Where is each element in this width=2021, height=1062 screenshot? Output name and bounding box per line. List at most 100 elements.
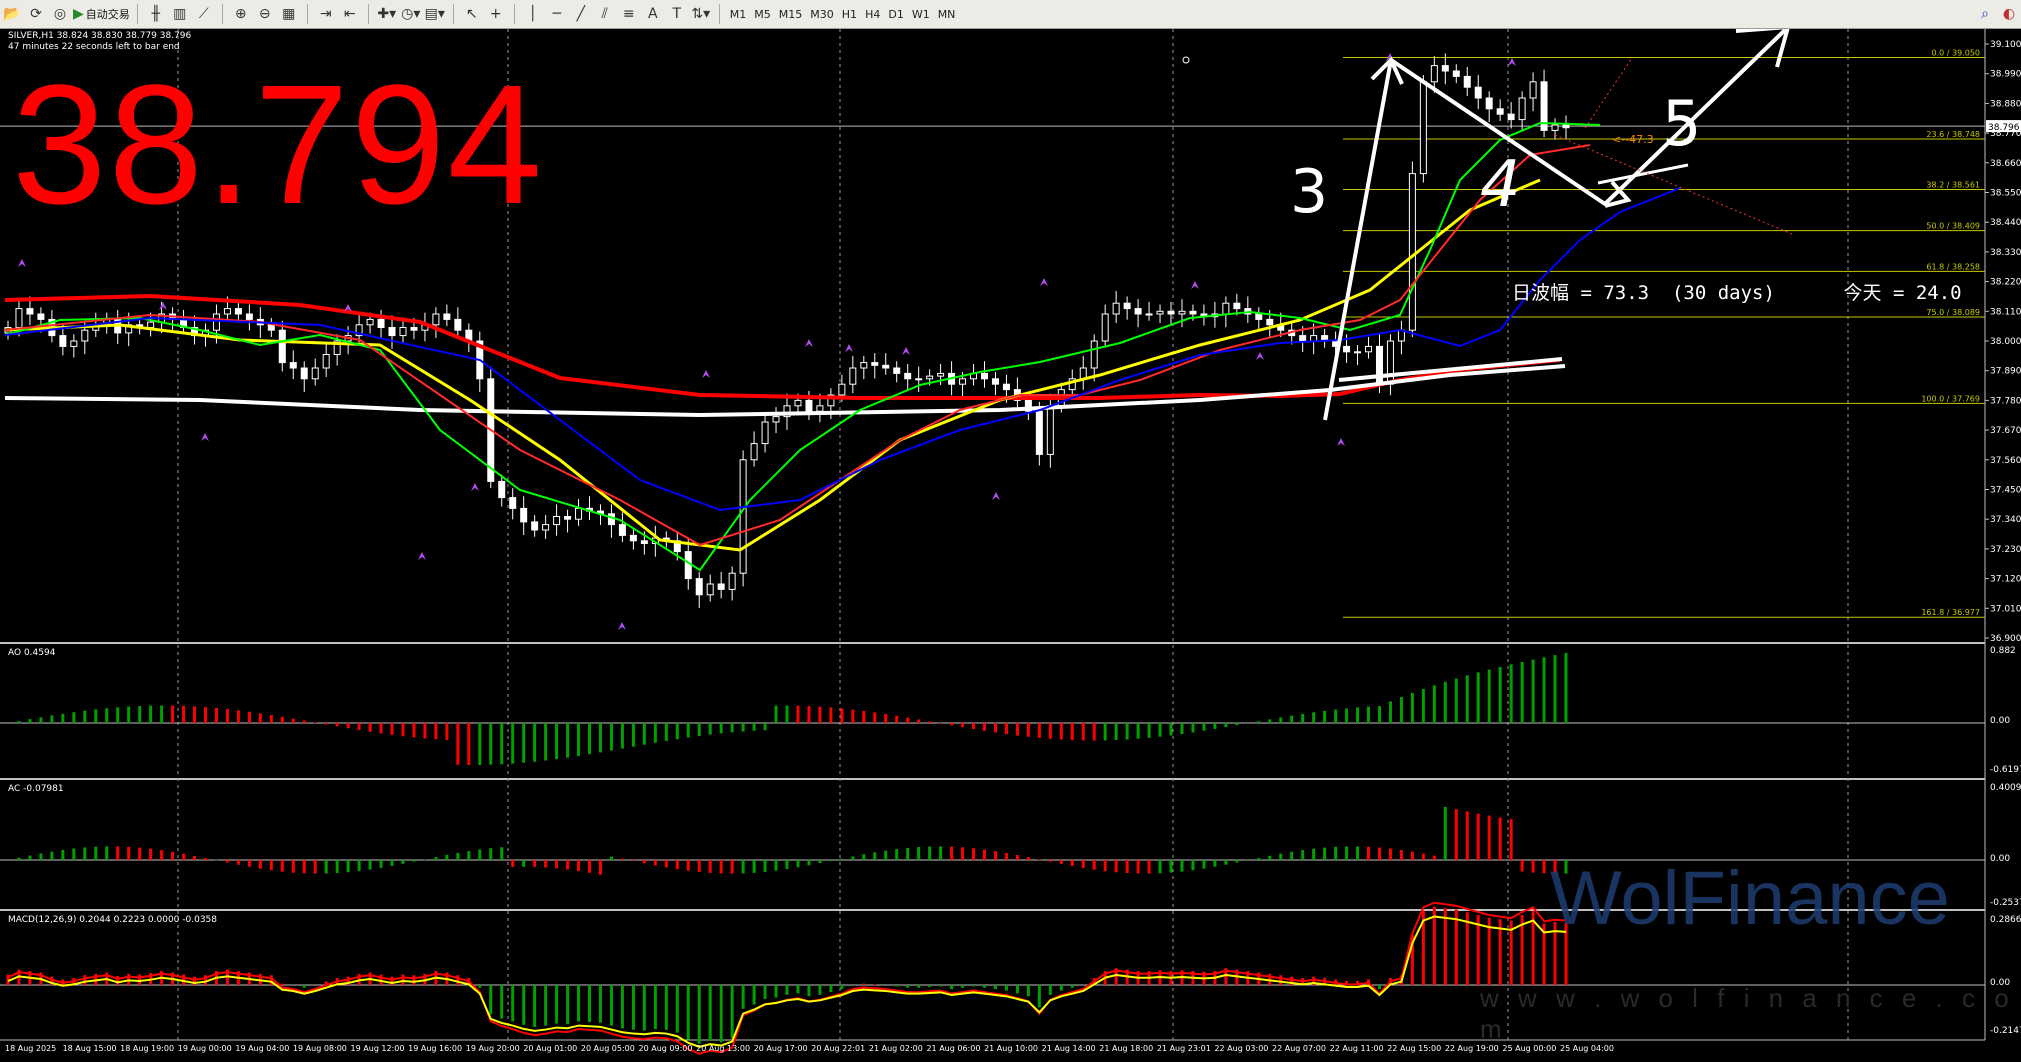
line-chart-icon[interactable]: ⟋ [193,3,215,25]
crosshair-icon[interactable]: + [485,3,507,25]
time-tick-label: 19 Aug 00:00 [178,1044,232,1053]
candle-body [553,516,561,526]
periods-icon[interactable]: ◷▾ [400,3,422,25]
timeframe-mn[interactable]: MN [934,4,960,24]
time-tick-label: 25 Aug 04:00 [1560,1044,1614,1053]
macd-label: MACD(12,26,9) 0.2044 0.2223 0.0000 -0.03… [8,915,217,925]
time-tick-label: 20 Aug 13:00 [696,1044,750,1053]
fib-label: 100.0 / 37.769 [1921,394,1980,403]
zoom-in-icon[interactable]: ⊕ [230,3,252,25]
templates-icon[interactable]: ▤▾ [424,3,446,25]
candle-body [454,318,462,331]
fib-label: 23.6 / 38.748 [1926,130,1980,139]
candle-body [70,340,78,347]
vertical-line-icon[interactable]: │ [522,3,544,25]
range-info: 日波幅 = 73.3 (30 days) 今天 = 24.0 [1512,282,1962,304]
candle-body [1463,75,1471,88]
timeframe-m1[interactable]: M1 [726,4,751,24]
candle-body [926,375,934,380]
price-tick-label: 39.100 [1990,40,2021,50]
candle-body [1375,345,1383,385]
alert-icon[interactable]: ◐ [1998,3,2020,25]
text-tool-icon[interactable]: A [642,3,664,25]
time-tick-label: 22 Aug 03:00 [1214,1044,1268,1053]
candle-body [607,513,615,526]
candle-body [695,578,703,596]
time-tick-label: 19 Aug 12:00 [351,1044,405,1053]
autoscroll-icon[interactable]: ⇤ [339,3,361,25]
price-tick-label: 37.780 [1990,396,2021,406]
timeframe-h4[interactable]: H4 [861,4,884,24]
candle-body [1145,313,1153,316]
ac-label: AC -0.07981 [8,784,64,794]
candle-body [1134,308,1142,315]
timeframe-h1[interactable]: H1 [838,4,861,24]
label-tool-icon[interactable]: T [666,3,688,25]
fib-label: 75.0 / 38.089 [1926,308,1980,317]
bar-chart-icon[interactable]: ╫ [145,3,167,25]
zoom-out-icon[interactable]: ⊖ [254,3,276,25]
candle-body [1123,302,1131,310]
trendline-icon[interactable]: ╱ [570,3,592,25]
time-tick-label: 18 Aug 2025 [5,1044,56,1053]
candle-body [443,313,451,320]
candle-body [81,329,89,342]
timeframe-m5[interactable]: M5 [750,4,775,24]
timeframe-w1[interactable]: W1 [908,4,934,24]
wave-label-5: 5 [1662,87,1701,160]
watermark-logo: WolFinance [1550,856,1950,941]
price-tick-label: 37.340 [1990,515,2021,525]
time-tick-label: 20 Aug 09:00 [639,1044,693,1053]
globe-icon[interactable]: ◎ [49,3,71,25]
chart-shift-icon[interactable]: ⇥ [315,3,337,25]
time-tick-label: 20 Aug 17:00 [754,1044,808,1053]
arrows-tool-icon[interactable]: ⇅▾ [690,3,712,25]
refresh-icon[interactable]: ⟳ [25,3,47,25]
candle-body [618,524,626,536]
candle-body [520,507,528,523]
wave-label-3: 3 [1290,157,1328,227]
time-tick-label: 21 Aug 10:00 [984,1044,1038,1053]
candle-body [1452,70,1460,77]
candle-body [1035,410,1043,455]
fibonacci-icon[interactable]: ≡ [618,3,640,25]
candlestick-icon[interactable]: ▥ [169,3,191,25]
candle-body [1518,97,1526,121]
channel-icon[interactable]: ⫽ [594,3,616,25]
time-tick-label: 22 Aug 19:00 [1445,1044,1499,1053]
candle-body [498,480,506,499]
horizontal-line-icon[interactable]: ─ [546,3,568,25]
price-tick-label: 38.550 [1990,189,2021,199]
auto-trade-button[interactable]: ▶ 自动交易 [73,3,130,25]
candle-body [1365,345,1373,353]
candle-body [1112,302,1120,315]
candle-body [1255,313,1263,320]
tile-windows-icon[interactable]: ▦ [278,3,300,25]
timeframe-d1[interactable]: D1 [884,4,907,24]
indicators-icon[interactable]: ✚▾ [376,3,398,25]
time-tick-label: 20 Aug 01:00 [523,1044,577,1053]
candle-body [366,318,374,326]
time-tick-label: 22 Aug 15:00 [1387,1044,1441,1053]
cursor-icon[interactable]: ↖ [461,3,483,25]
price-tick-label: 38.440 [1990,218,2021,228]
time-tick-label: 18 Aug 19:00 [120,1044,174,1053]
candle-body [300,367,308,380]
candle-body [15,308,23,329]
timeframe-m30[interactable]: M30 [806,4,838,24]
fib-label: 61.8 / 38.258 [1926,262,1980,271]
time-tick-label: 19 Aug 16:00 [408,1044,462,1053]
candle-body [322,354,330,369]
open-icon[interactable]: 📂 [1,3,23,25]
candle-body [640,540,648,544]
candle-body [267,324,275,331]
time-tick-label: 20 Aug 22:01 [811,1044,865,1053]
price-tick-label: 37.890 [1990,367,2021,377]
timeframe-m15[interactable]: M15 [775,4,807,24]
candle-body [1222,302,1230,315]
price-tick-label: 37.230 [1990,545,2021,555]
search-icon[interactable]: ⌕ [1974,3,1996,25]
arrow-note: <--47.3 [1612,133,1654,146]
candle-body [772,416,780,423]
candle-body [1408,173,1416,331]
